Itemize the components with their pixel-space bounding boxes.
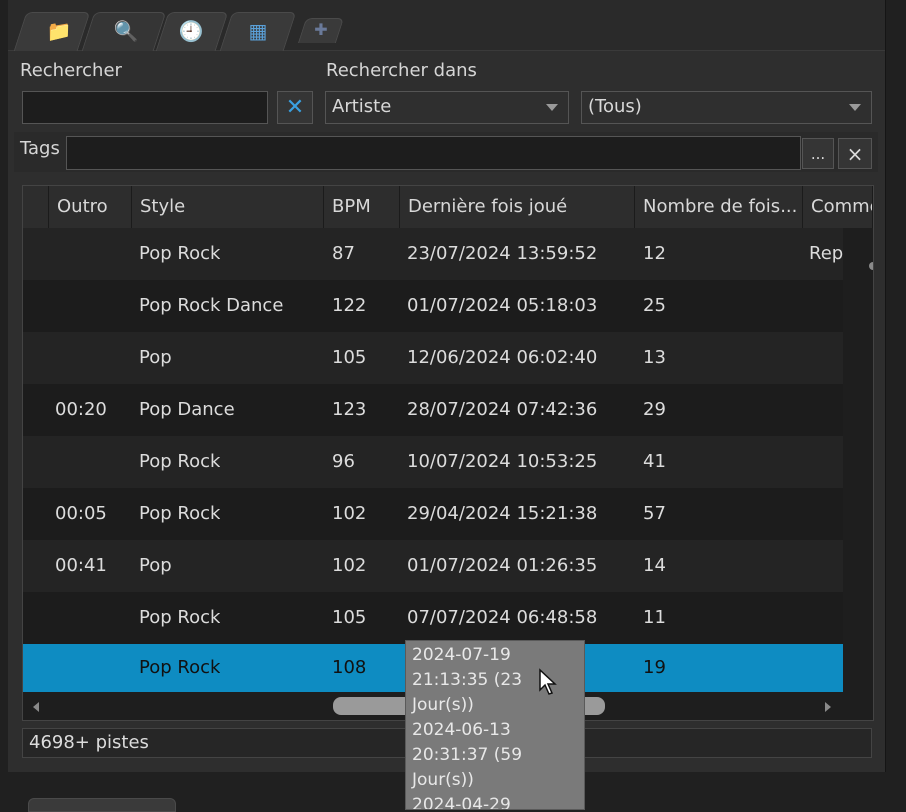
cell-comment (809, 332, 843, 384)
tooltip-line: 20:31:37 (59 (412, 745, 523, 765)
chevron-down-icon (849, 104, 861, 111)
cell-outro: 00:41 (55, 555, 107, 576)
cell-comment (809, 592, 843, 644)
cell-comment (809, 384, 843, 436)
cell-play-count: 14 (643, 555, 666, 576)
table-row[interactable]: 00:20 Pop Dance 123 28/07/2024 07:42:36 … (23, 384, 843, 436)
close-icon: × (846, 141, 864, 166)
close-icon: ✕ (285, 95, 305, 120)
cell-bpm: 105 (332, 347, 367, 368)
cell-bpm: 122 (332, 295, 367, 316)
cell-comment (809, 644, 843, 692)
table-row[interactable]: 00:41 Pop 102 01/07/2024 01:26:35 14 (23, 540, 843, 592)
table-row[interactable]: Pop 105 12/06/2024 06:02:40 13 (23, 332, 843, 384)
scope-select-value: (Tous) (588, 96, 642, 117)
grid-icon: ▦ (248, 19, 268, 43)
cell-last-played: 10/07/2024 10:53:25 (407, 451, 598, 472)
cell-last-played: 01/07/2024 05:18:03 (407, 295, 598, 316)
cell-comment (809, 488, 843, 540)
cell-bpm: 108 (332, 657, 367, 678)
cell-comment: Rep (809, 243, 843, 264)
table-row[interactable]: 00:05 Pop Rock 102 29/04/2024 15:21:38 5… (23, 488, 843, 540)
field-select-value: Artiste (332, 96, 392, 117)
bottom-tab[interactable] (28, 798, 176, 812)
cell-bpm: 123 (332, 399, 367, 420)
column-header-bpm[interactable]: BPM (324, 186, 400, 228)
column-header-style[interactable]: Style (132, 186, 324, 228)
cell-comment (809, 280, 843, 332)
chevron-down-icon (546, 104, 558, 111)
cell-bpm: 105 (332, 607, 367, 628)
cell-last-played: 23/07/2024 13:59:52 (407, 243, 598, 264)
scope-select[interactable]: (Tous) (581, 91, 872, 124)
cell-play-count: 57 (643, 503, 666, 524)
clear-search-button[interactable]: ✕ (277, 91, 313, 124)
search-label: Rechercher (20, 60, 122, 81)
cell-bpm: 102 (332, 503, 367, 524)
cell-last-played: 01/07/2024 01:26:35 (407, 555, 598, 576)
cell-outro: 00:20 (55, 399, 107, 420)
cell-play-count: 41 (643, 451, 666, 472)
tags-browse-button[interactable]: ... (802, 138, 834, 169)
column-header-play-count[interactable]: Nombre de fois... (635, 186, 803, 228)
cell-last-played: 12/06/2024 06:02:40 (407, 347, 598, 368)
column-header-outro[interactable]: Outro (49, 186, 132, 228)
cell-bpm: 102 (332, 555, 367, 576)
cell-play-count: 12 (643, 243, 666, 264)
cell-last-played: 07/07/2024 06:48:58 (407, 607, 598, 628)
cell-style: Pop (139, 555, 172, 576)
column-header-hidden[interactable] (23, 186, 49, 228)
cell-play-count: 13 (643, 347, 666, 368)
tooltip-line: 2024-07-19 (412, 645, 511, 665)
cell-play-count: 29 (643, 399, 666, 420)
cell-last-played: 28/07/2024 07:42:36 (407, 399, 598, 420)
history-tooltip: 2024-07-19 21:13:35 (23 Jour(s)) 2024-06… (405, 640, 585, 810)
plus-icon: ✚ (314, 19, 328, 39)
folder-icon: 📁 (46, 19, 72, 43)
cell-last-played: 29/04/2024 15:21:38 (407, 503, 598, 524)
cell-comment (809, 540, 843, 592)
cell-style: Pop Rock (139, 607, 221, 628)
cell-bpm: 96 (332, 451, 355, 472)
search-in-label: Rechercher dans (326, 60, 477, 81)
cell-style: Pop Rock (139, 503, 221, 524)
search-icon: 🔍 (113, 19, 139, 43)
tags-browse-label: ... (810, 144, 826, 163)
cell-play-count: 25 (643, 295, 666, 316)
search-input[interactable] (22, 91, 268, 124)
tooltip-line: Jour(s)) (412, 770, 474, 790)
cell-style: Pop Rock (139, 451, 221, 472)
tags-label: Tags (20, 138, 60, 159)
cell-bpm: 87 (332, 243, 355, 264)
column-header-comment[interactable]: Comme (803, 186, 873, 228)
cell-play-count: 11 (643, 607, 666, 628)
vertical-scrollbar[interactable] (866, 228, 873, 692)
cell-style: Pop (139, 347, 172, 368)
column-header-last-played[interactable]: Dernière fois joué (400, 186, 635, 228)
cell-style: Pop Dance (139, 399, 235, 420)
cell-style: Pop Rock (139, 657, 221, 678)
table-row[interactable]: Pop Rock 105 07/07/2024 06:48:58 11 (23, 592, 843, 644)
track-count: 4698+ pistes (29, 732, 149, 753)
cell-style: Pop Rock (139, 243, 221, 264)
tooltip-line: 2024-06-13 (412, 720, 511, 740)
cell-comment (809, 436, 843, 488)
vertical-scroll-thumb[interactable] (869, 262, 873, 270)
tags-clear-button[interactable]: × (838, 138, 872, 169)
field-select[interactable]: Artiste (325, 91, 569, 124)
scroll-right-icon[interactable] (823, 701, 833, 713)
clock-icon: 🕘 (178, 19, 204, 43)
tooltip-line: 2024-04-29 (412, 795, 511, 810)
cell-play-count: 19 (643, 657, 666, 678)
cell-style: Pop Rock Dance (139, 295, 284, 316)
cell-outro: 00:05 (55, 503, 107, 524)
mouse-cursor-icon (539, 668, 557, 695)
table-row[interactable]: Pop Rock Dance 122 01/07/2024 05:18:03 2… (23, 280, 843, 332)
scroll-left-icon[interactable] (31, 701, 41, 713)
tags-input[interactable] (66, 136, 801, 170)
tooltip-line: Jour(s)) (412, 695, 474, 715)
table-row[interactable]: Pop Rock 87 23/07/2024 13:59:52 12 Rep (23, 228, 843, 280)
table-row[interactable]: Pop Rock 96 10/07/2024 10:53:25 41 (23, 436, 843, 488)
